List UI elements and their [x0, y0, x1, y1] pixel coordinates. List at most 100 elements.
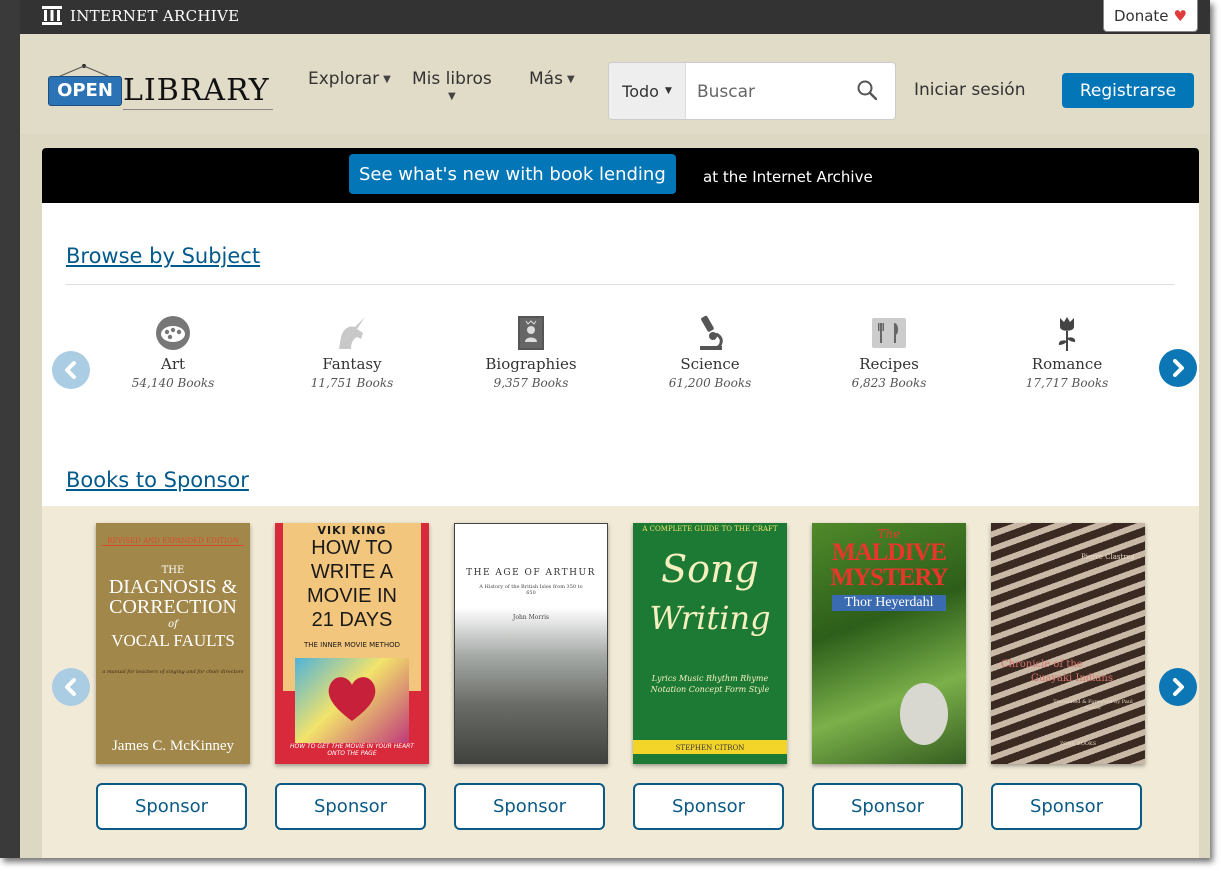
subject-count: 9,357 Books [493, 376, 569, 390]
subject-name: Fantasy [322, 355, 382, 373]
rose-icon [1058, 317, 1076, 351]
book-title: Chronicle of the [1001, 659, 1083, 670]
microscope-icon [700, 315, 723, 350]
book-title: MYSTERY [830, 564, 948, 591]
nav-mis-libros[interactable]: Mis libros ▼ [412, 69, 492, 102]
nav-explorar-label: Explorar [308, 69, 380, 89]
book-author: Thor Heyerdahl [844, 595, 934, 610]
book-title: MOVIE IN [306, 585, 397, 607]
nav-mas-label: Más [529, 69, 563, 89]
book-cover[interactable]: The MALDIVE MYSTERY Thor Heyerdahl [812, 523, 966, 764]
subject-biographies[interactable]: Biographies 9,357 Books [456, 313, 606, 390]
subject-name: Recipes [859, 355, 919, 373]
subject-fantasy[interactable]: Fantasy 11,751 Books [277, 313, 427, 390]
subjects-prev-button[interactable] [52, 351, 90, 389]
section-divider [66, 284, 1174, 285]
subject-science[interactable]: Science 61,200 Books [635, 313, 785, 390]
book-title: Song [661, 547, 759, 591]
donate-button[interactable]: Donate ♥ [1103, 0, 1198, 32]
subject-count: 6,823 Books [851, 376, 927, 390]
book-author: Pierre Clastres [1081, 553, 1135, 561]
subject-count: 17,717 Books [1025, 376, 1109, 390]
heart-icon: ♥ [1173, 6, 1187, 25]
announcement-banner: See what's new with book lending at the … [42, 148, 1199, 203]
subjects-next-button[interactable] [1159, 349, 1197, 387]
chevron-right-icon [1173, 359, 1184, 377]
chevron-right-icon [1173, 678, 1184, 696]
caret-down-icon: ▼ [664, 86, 672, 96]
book-title: VOCAL FAULTS [111, 631, 235, 650]
sponsor-button[interactable]: Sponsor [275, 783, 426, 830]
sponsor-button[interactable]: Sponsor [812, 783, 963, 830]
chevron-left-icon [65, 361, 76, 379]
search-button[interactable] [857, 80, 878, 104]
subject-art[interactable]: Art 54,140 Books [98, 313, 248, 390]
book-cover[interactable]: VIKI KING HOW TO WRITE A MOVIE IN 21 DAY… [275, 523, 429, 764]
book-title: THE [161, 565, 185, 576]
book-title: of [168, 619, 178, 630]
cutlery-icon [872, 318, 906, 348]
nav-explorar[interactable]: Explorar ▼ [308, 69, 391, 89]
book-title: MALDIVE [832, 539, 947, 566]
register-button[interactable]: Registrarse [1062, 73, 1194, 108]
book-subtitle: Translated & Foreword by Paul Auster [1053, 699, 1133, 711]
archive-building-icon [42, 6, 62, 25]
browser-viewport: INTERNET ARCHIVE Donate ♥ OPEN LIBRARY E… [0, 0, 1210, 858]
book-cover[interactable]: A COMPLETE GUIDE TO THE CRAFT Song Writi… [633, 523, 787, 764]
sponsor-button[interactable]: Sponsor [633, 783, 784, 830]
caret-down-icon: ▼ [383, 73, 391, 85]
book-author: STEPHEN CITRON [675, 744, 745, 752]
caret-down-icon: ▼ [566, 73, 575, 85]
login-link[interactable]: Iniciar sesión [914, 80, 1025, 100]
browse-by-subject-heading[interactable]: Browse by Subject [66, 244, 260, 268]
book-title: WRITE A [310, 561, 394, 583]
nav-mis-libros-label: Mis libros [412, 69, 492, 89]
book-publisher: ZONE BOOKS [1059, 741, 1097, 747]
book-subtitle: Lyrics Music Rhythm Rhyme Notation Conce… [650, 674, 770, 694]
book-subtitle: THE INNER MOVIE METHOD [303, 641, 401, 649]
chevron-left-icon [65, 678, 76, 696]
book-cover[interactable]: REVISED AND EXPANDED EDITION THE DIAGNOS… [96, 523, 250, 764]
sponsor-button[interactable]: Sponsor [96, 783, 247, 830]
book-author: James C. McKinney [111, 738, 235, 754]
book-cover[interactable]: THE AGE OF ARTHUR A History of the Briti… [454, 523, 608, 764]
sponsor-prev-button[interactable] [52, 668, 90, 706]
sponsor-button[interactable]: Sponsor [991, 783, 1142, 830]
biography-book-icon [518, 316, 544, 350]
search-scope-label: Todo [622, 81, 659, 101]
sponsor-next-button[interactable] [1159, 668, 1197, 706]
site-header: OPEN LIBRARY Explorar ▼ Mis libros ▼ Más… [20, 34, 1210, 134]
search-scope-select[interactable]: Todo ▼ [609, 63, 686, 119]
book-cover[interactable]: Pierre Clastres Chronicle of the Guayaki… [991, 523, 1145, 764]
unicorn-icon [339, 317, 365, 349]
logo-shelf-line [123, 109, 273, 110]
caret-down-icon: ▼ [448, 91, 456, 102]
logo-open-sign: OPEN [48, 76, 122, 106]
book-title: Guayaki Indians [1031, 673, 1113, 684]
subject-romance[interactable]: Romance 17,717 Books [992, 313, 1142, 390]
subject-recipes[interactable]: Recipes 6,823 Books [814, 313, 964, 390]
book-subtitle: A History of the British Isles from 350 … [479, 584, 583, 596]
internet-archive-logo[interactable]: INTERNET ARCHIVE [42, 6, 239, 25]
nav-mas[interactable]: Más ▼ [529, 69, 575, 89]
sponsor-carousel: REVISED AND EXPANDED EDITION THE DIAGNOS… [42, 506, 1199, 858]
subject-count: 54,140 Books [131, 376, 215, 390]
books-to-sponsor-heading[interactable]: Books to Sponsor [66, 468, 249, 492]
book-title: 21 DAYS [311, 609, 393, 631]
subject-count: 11,751 Books [310, 376, 394, 390]
donate-label: Donate [1114, 6, 1169, 25]
subject-count: 61,200 Books [668, 376, 752, 390]
left-edge-strip [0, 0, 20, 858]
banner-text: at the Internet Archive [703, 168, 873, 186]
search-input[interactable] [695, 77, 849, 107]
book-author: VIKI KING [317, 524, 387, 537]
book-edition-label: REVISED AND EXPANDED EDITION [107, 537, 239, 545]
book-tagline: A COMPLETE GUIDE TO THE CRAFT [642, 525, 778, 533]
internet-archive-label: INTERNET ARCHIVE [70, 6, 240, 25]
main-content: See what's new with book lending at the … [42, 148, 1199, 858]
sponsor-button[interactable]: Sponsor [454, 783, 605, 830]
subject-name: Romance [1031, 355, 1103, 373]
book-lending-link[interactable]: See what's new with book lending [349, 154, 676, 194]
book-author: John Morris [512, 614, 550, 621]
search-box: Todo ▼ [608, 62, 896, 120]
